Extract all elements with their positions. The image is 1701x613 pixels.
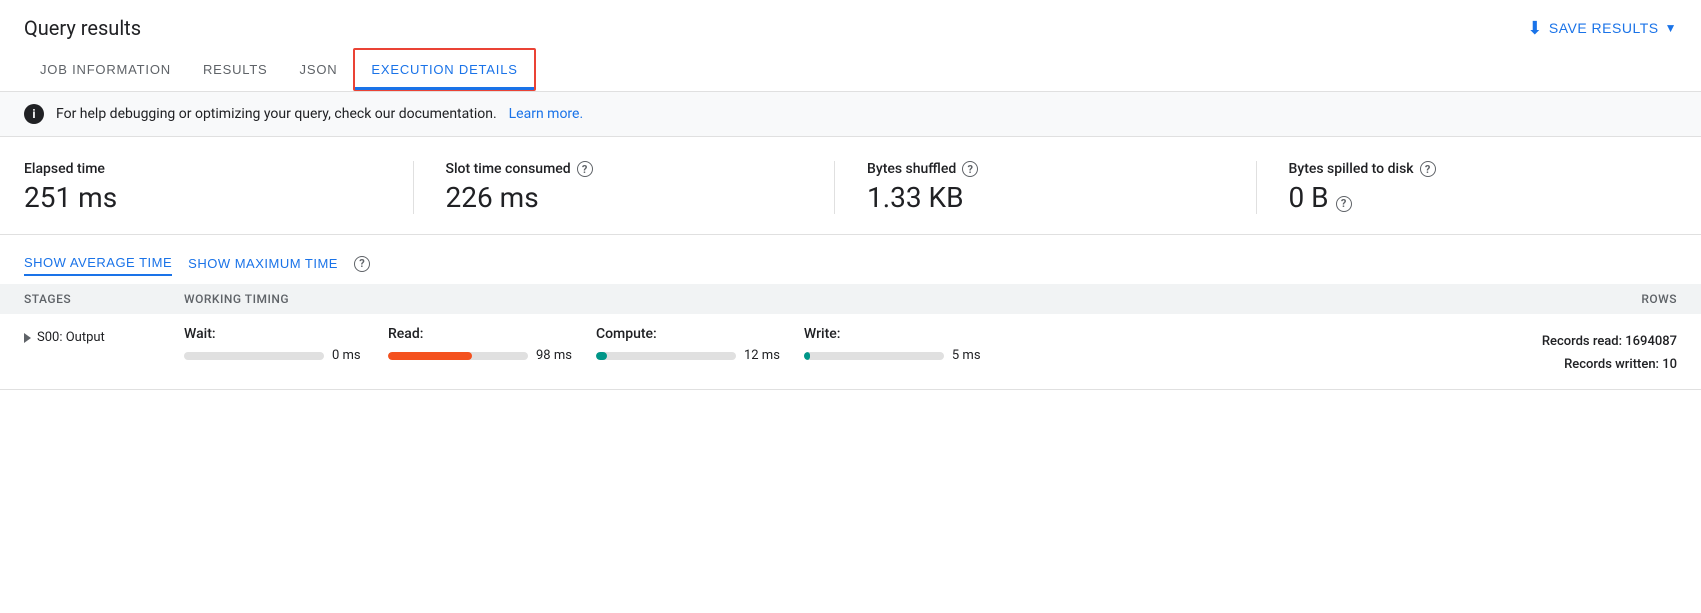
info-banner-text: For help debugging or optimizing your qu… (56, 106, 497, 122)
tab-json[interactable]: JSON (284, 48, 354, 91)
timing-write-bar-row: 5 ms (804, 348, 984, 363)
metric-elapsed-time: Elapsed time 251 ms (24, 161, 414, 214)
time-toggle-help-icon[interactable]: ? (354, 256, 370, 272)
stage-name-col: S00: Output (24, 326, 184, 345)
tab-job-information[interactable]: JOB INFORMATION (24, 48, 187, 91)
bytes-spilled-value-help-icon[interactable]: ? (1336, 196, 1352, 212)
metric-bytes-shuffled-value: 1.33 KB (867, 181, 1232, 214)
tab-execution-details[interactable]: EXECUTION DETAILS (353, 48, 535, 91)
timing-write-value: 5 ms (952, 348, 981, 363)
tab-results[interactable]: RESULTS (187, 48, 284, 91)
read-progress-fill (388, 352, 472, 360)
info-banner: i For help debugging or optimizing your … (0, 92, 1701, 137)
timing-col-header: Working timing (184, 292, 1477, 306)
timing-wait: Wait: 0 ms (184, 326, 364, 363)
records-written: Records written: 10 (1477, 353, 1677, 376)
compute-progress-fill (596, 352, 607, 360)
read-progress-bg (388, 352, 528, 360)
timing-write: Write: 5 ms (804, 326, 984, 363)
metric-bytes-shuffled-label: Bytes shuffled ? (867, 161, 1232, 177)
metrics-row: Elapsed time 251 ms Slot time consumed ?… (0, 137, 1701, 235)
records-read: Records read: 1694087 (1477, 330, 1677, 353)
write-progress-bg (804, 352, 944, 360)
dropdown-arrow-icon: ▼ (1665, 21, 1677, 35)
stage-name: S00: Output (37, 330, 105, 345)
download-icon: ⬇ (1527, 18, 1543, 39)
metric-slot-time: Slot time consumed ? 226 ms (446, 161, 836, 214)
timing-read-label: Read: (388, 326, 572, 342)
learn-more-link[interactable]: Learn more. (509, 106, 584, 122)
compute-progress-bg (596, 352, 736, 360)
timing-read-value: 98 ms (536, 348, 572, 363)
timing-col: Wait: 0 ms Read: 98 ms Compute: (184, 326, 1477, 363)
table-row: S00: Output Wait: 0 ms Read: 98 ms (0, 314, 1701, 390)
stages-col-header: Stages (24, 292, 184, 306)
expand-stage-icon[interactable] (24, 333, 31, 343)
wait-progress-bg (184, 352, 324, 360)
stages-table-header: Stages Working timing Rows (0, 284, 1701, 314)
metric-bytes-spilled-label: Bytes spilled to disk ? (1289, 161, 1654, 177)
metric-bytes-shuffled: Bytes shuffled ? 1.33 KB (867, 161, 1257, 214)
timing-compute-label: Compute: (596, 326, 780, 342)
write-progress-fill (804, 352, 810, 360)
rows-col: Records read: 1694087 Records written: 1… (1477, 326, 1677, 377)
page-title: Query results (24, 16, 141, 40)
metric-bytes-spilled-value: 0 B ? (1289, 181, 1654, 214)
bytes-spilled-help-icon[interactable]: ? (1420, 161, 1436, 177)
metric-bytes-spilled: Bytes spilled to disk ? 0 B ? (1289, 161, 1678, 214)
bytes-shuffled-help-icon[interactable]: ? (962, 161, 978, 177)
save-results-label: SAVE RESULTS (1549, 20, 1659, 36)
timing-read: Read: 98 ms (388, 326, 572, 363)
timing-wait-bar-row: 0 ms (184, 348, 364, 363)
slot-time-help-icon[interactable]: ? (577, 161, 593, 177)
timing-compute-bar-row: 12 ms (596, 348, 780, 363)
page-header: Query results ⬇ SAVE RESULTS ▼ (0, 0, 1701, 48)
metric-elapsed-time-label: Elapsed time (24, 161, 389, 177)
time-toggle-row: SHOW AVERAGE TIME SHOW MAXIMUM TIME ? (0, 235, 1701, 284)
metric-slot-time-label: Slot time consumed ? (446, 161, 811, 177)
timing-read-bar-row: 98 ms (388, 348, 572, 363)
metric-slot-time-value: 226 ms (446, 181, 811, 214)
timing-compute-value: 12 ms (744, 348, 780, 363)
timing-compute: Compute: 12 ms (596, 326, 780, 363)
timing-write-label: Write: (804, 326, 984, 342)
tabs-bar: JOB INFORMATION RESULTS JSON EXECUTION D… (0, 48, 1701, 92)
show-average-time-button[interactable]: SHOW AVERAGE TIME (24, 251, 172, 276)
timing-wait-value: 0 ms (332, 348, 361, 363)
metric-elapsed-time-value: 251 ms (24, 181, 389, 214)
show-maximum-time-button[interactable]: SHOW MAXIMUM TIME (188, 252, 338, 275)
save-results-button[interactable]: ⬇ SAVE RESULTS ▼ (1527, 18, 1677, 39)
rows-col-header: Rows (1477, 292, 1677, 306)
timing-wait-label: Wait: (184, 326, 364, 342)
info-icon: i (24, 104, 44, 124)
